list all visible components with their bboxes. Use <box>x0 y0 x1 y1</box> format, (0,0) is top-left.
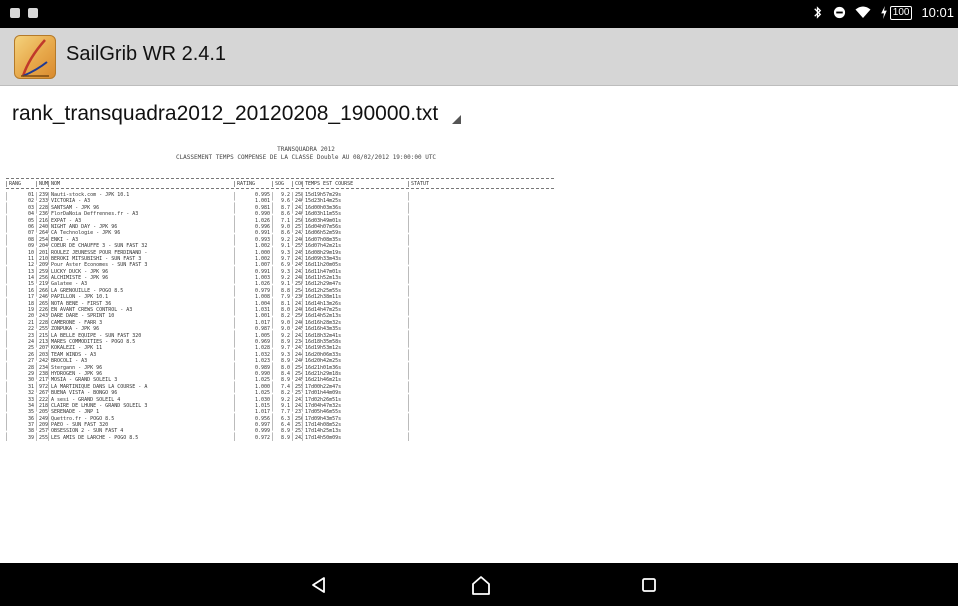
clock: 10:01 <box>921 5 954 20</box>
column-header: TEMPS EST COURSE <box>302 180 408 187</box>
column-header: NUM <box>36 180 48 187</box>
column-header: RANG <box>6 180 36 187</box>
document-header: TRANSQUADRA 2012 CLASSEMENT TEMPS COMPEN… <box>6 146 566 162</box>
file-dropdown[interactable]: rank_transquadra2012_20120208_190000.txt <box>12 96 462 126</box>
app-bar: SailGrib WR 2.4.1 <box>0 28 958 86</box>
table-cell: 17d14h50m09s <box>302 434 408 442</box>
battery-level: 100 <box>889 5 913 20</box>
ranking-table-header: RANGNUMNOMRATINGSOGCOGTEMPS EST COURSEST… <box>6 179 554 189</box>
notification-icon <box>10 8 20 18</box>
table-cell <box>408 434 524 442</box>
home-icon[interactable] <box>468 572 494 598</box>
status-left <box>10 8 38 18</box>
sailgrib-logo-icon <box>14 35 56 79</box>
notification-icon <box>28 8 38 18</box>
table-cell: 39 <box>6 434 36 442</box>
app-title: SailGrib WR 2.4.1 <box>66 43 227 65</box>
table-cell: LES AMIS DE LARCHE - POGO 8.5 <box>48 434 234 442</box>
back-icon[interactable] <box>306 572 332 598</box>
recents-icon[interactable] <box>636 572 662 598</box>
column-header: SOG <box>272 180 292 187</box>
ranking-table: RANGNUMNOMRATINGSOGCOGTEMPS EST COURSEST… <box>6 178 554 442</box>
battery-indicator: 100 <box>880 5 913 20</box>
file-dropdown-value: rank_transquadra2012_20120208_190000.txt <box>12 102 439 125</box>
column-header: COG <box>292 180 302 187</box>
table-row: 39 255 LES AMIS DE LARCHE - POGO 8.5 0.972 8… <box>6 434 554 442</box>
document-subtitle: CLASSEMENT TEMPS COMPENSE DE LA CLASSE D… <box>175 154 437 161</box>
bluetooth-icon <box>814 6 821 19</box>
navigation-bar <box>0 563 958 606</box>
wifi-icon <box>855 6 871 18</box>
status-right: 100 10:01 <box>811 5 954 20</box>
dropdown-arrow-icon <box>452 115 462 124</box>
column-header: STATUT <box>408 180 524 187</box>
table-cell: 255 <box>36 434 48 442</box>
column-header: RATING <box>234 180 272 187</box>
document-title: TRANSQUADRA 2012 <box>277 146 335 153</box>
table-cell: 242 <box>292 434 302 442</box>
do-not-disturb-icon <box>833 6 845 19</box>
status-bar: 100 10:01 <box>0 0 958 28</box>
ranking-table-body: 01 239 Nauti-stock.com - JPK 10.1 0.995 9.2 2… <box>6 189 554 442</box>
table-cell: 8.9 <box>272 434 292 442</box>
charging-icon <box>880 6 887 19</box>
table-cell: 0.972 <box>234 434 272 442</box>
column-header: NOM <box>48 180 234 187</box>
ranking-document[interactable]: TRANSQUADRA 2012 CLASSEMENT TEMPS COMPEN… <box>6 140 566 565</box>
